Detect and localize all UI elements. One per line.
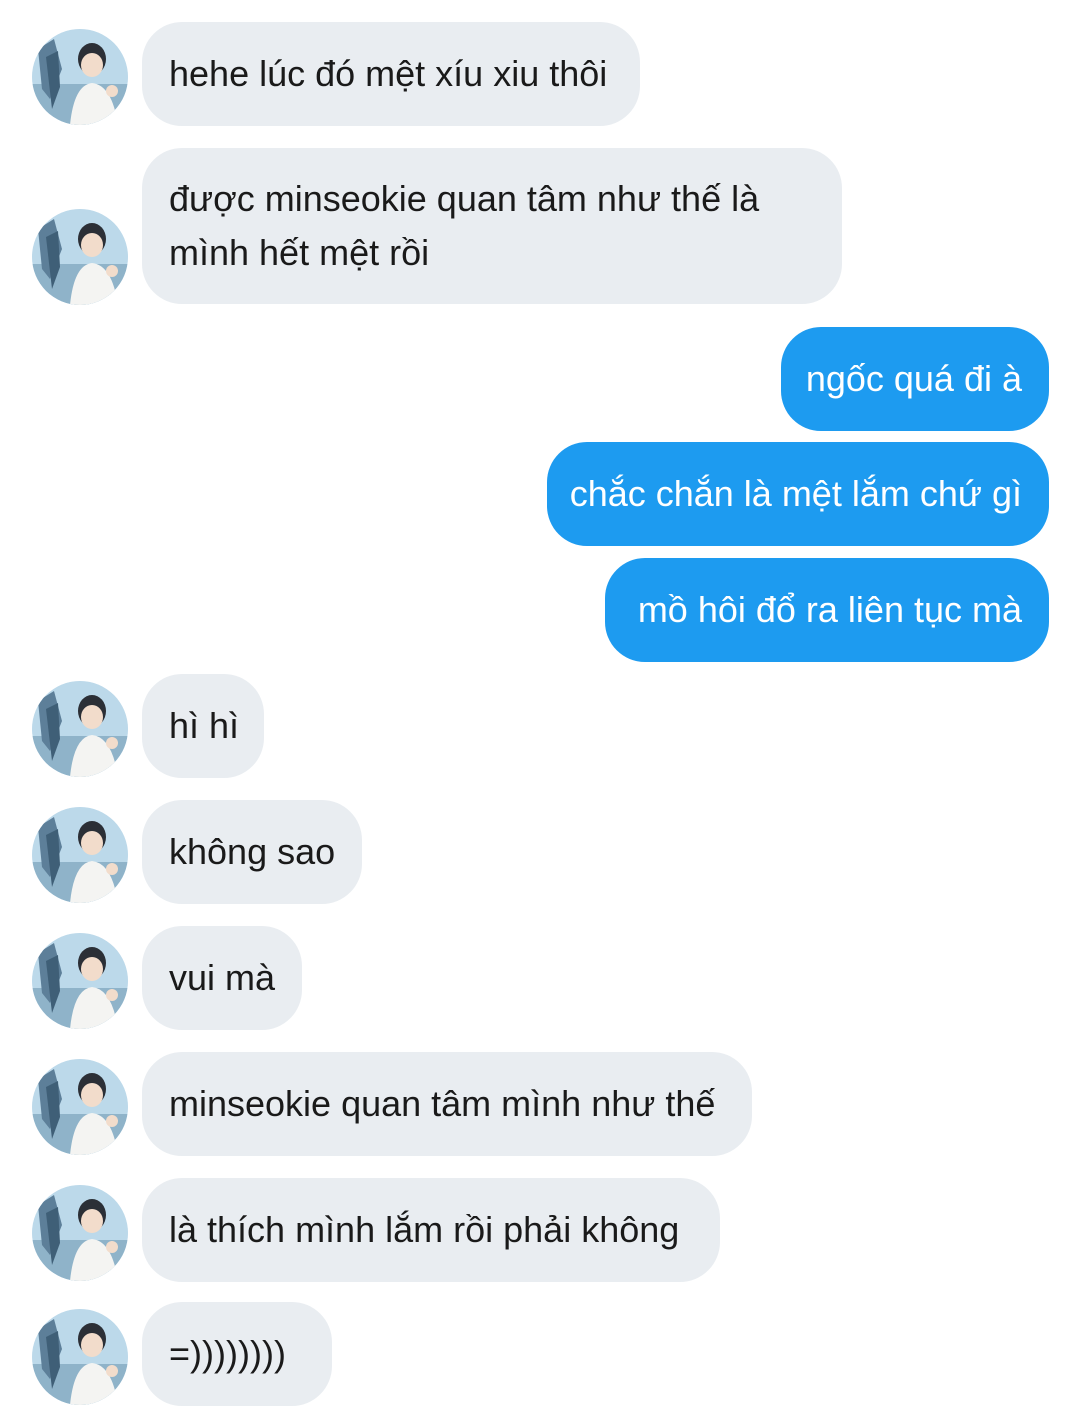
contact-avatar[interactable] — [32, 933, 128, 1029]
avatar-icon — [32, 1059, 128, 1155]
avatar-icon — [32, 209, 128, 305]
avatar-icon — [32, 933, 128, 1029]
message-text: được minseokie quan tâm như thế là mình … — [169, 178, 760, 273]
contact-avatar[interactable] — [32, 209, 128, 305]
avatar-icon — [32, 1309, 128, 1405]
avatar-icon — [32, 1185, 128, 1281]
message-text: là thích mình lắm rồi phải không — [169, 1209, 680, 1250]
message-text: mồ hôi đổ ra liên tục mà — [637, 589, 1022, 630]
message-bubble[interactable]: hì hì — [142, 674, 264, 778]
avatar-icon — [32, 29, 128, 125]
message-bubble[interactable]: minseokie quan tâm mình như thế — [142, 1052, 752, 1156]
contact-avatar[interactable] — [32, 681, 128, 777]
contact-avatar[interactable] — [32, 807, 128, 903]
message-bubble[interactable]: không sao — [142, 800, 362, 904]
message-bubble[interactable]: là thích mình lắm rồi phải không — [142, 1178, 720, 1282]
avatar-icon — [32, 681, 128, 777]
contact-avatar[interactable] — [32, 1185, 128, 1281]
message-text: vui mà — [169, 957, 276, 998]
message-text: =)))))))) — [169, 1333, 286, 1374]
message-text: không sao — [169, 831, 336, 872]
contact-avatar[interactable] — [32, 1309, 128, 1405]
avatar-icon — [32, 807, 128, 903]
message-text: chắc chắn là mệt lắm chứ gì — [569, 473, 1022, 514]
message-text: hehe lúc đó mệt xíu xiu thôi — [169, 53, 608, 94]
message-bubble[interactable]: mồ hôi đổ ra liên tục mà — [605, 558, 1049, 662]
message-bubble[interactable]: hehe lúc đó mệt xíu xiu thôi — [142, 22, 640, 126]
message-bubble[interactable]: vui mà — [142, 926, 302, 1030]
message-text: hì hì — [169, 705, 240, 746]
message-bubble[interactable]: ngốc quá đi à — [781, 327, 1049, 431]
message-text: minseokie quan tâm mình như thế — [169, 1083, 716, 1124]
message-bubble[interactable]: =)))))))) — [142, 1302, 332, 1406]
message-bubble[interactable]: chắc chắn là mệt lắm chứ gì — [547, 442, 1049, 546]
message-bubble[interactable]: được minseokie quan tâm như thế là mình … — [142, 148, 842, 304]
contact-avatar[interactable] — [32, 29, 128, 125]
contact-avatar[interactable] — [32, 1059, 128, 1155]
message-text: ngốc quá đi à — [805, 358, 1022, 399]
